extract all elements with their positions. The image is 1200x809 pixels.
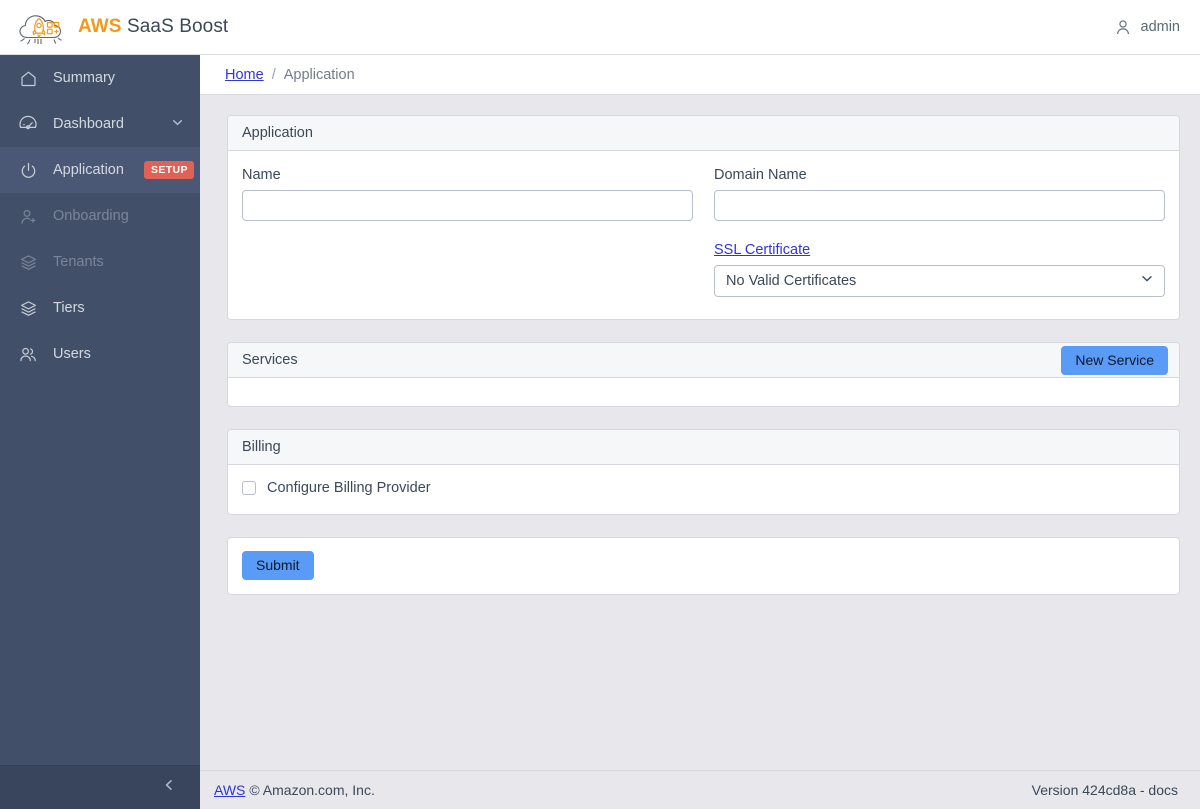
user-plus-icon	[17, 207, 39, 226]
sidebar-item-label: Users	[53, 346, 91, 362]
sidebar-item-label: Dashboard	[53, 116, 124, 132]
chevron-left-icon	[162, 778, 176, 797]
breadcrumb-separator: /	[271, 66, 276, 83]
new-service-button[interactable]: New Service	[1061, 345, 1168, 375]
ssl-certificate-select[interactable]: No Valid Certificates	[714, 265, 1165, 297]
billing-card-header: Billing	[228, 430, 1179, 465]
page-content: Application Name Domain Name SSL Certifi…	[200, 95, 1200, 770]
app-root: AWS SaaS Boost admin Summary Dashboard A…	[0, 0, 1200, 809]
power-icon	[17, 161, 39, 180]
version-docs-label[interactable]: Version 424cd8a - docs	[1032, 782, 1178, 798]
name-input[interactable]	[242, 190, 693, 221]
ssl-certificate-link[interactable]: SSL Certificate	[714, 242, 1165, 258]
breadcrumb-current: Application	[283, 66, 355, 83]
sidebar-minimizer-button[interactable]	[0, 765, 200, 809]
ssl-certificate-selected-value: No Valid Certificates	[726, 273, 857, 289]
ssl-certificate-select-wrap: No Valid Certificates	[714, 265, 1165, 297]
submit-card-body: Submit	[228, 538, 1179, 594]
sidebar-nav: Summary Dashboard Application SETUP Onbo…	[0, 55, 200, 765]
billing-card-title: Billing	[242, 439, 281, 455]
sidebar-item-tenants[interactable]: Tenants	[0, 239, 200, 285]
sidebar-item-summary[interactable]: Summary	[0, 55, 200, 101]
application-card-header: Application	[228, 116, 1179, 151]
user-icon	[1116, 19, 1129, 34]
sidebar-item-label: Onboarding	[53, 208, 129, 224]
speedometer-icon	[17, 114, 39, 134]
sidebar-item-onboarding[interactable]: Onboarding	[0, 193, 200, 239]
footer: AWS © Amazon.com, Inc. Version 424cd8a -…	[200, 770, 1200, 809]
users-icon	[17, 345, 39, 364]
sidebar-item-label: Tenants	[53, 254, 104, 270]
configure-billing-row: Configure Billing Provider	[242, 480, 1165, 496]
services-card: Services New Service	[227, 342, 1180, 407]
sidebar-item-label: Tiers	[53, 300, 85, 316]
application-form-row: Name Domain Name SSL Certificate No Vali…	[242, 167, 1165, 297]
sidebar-item-users[interactable]: Users	[0, 331, 200, 377]
layers-icon	[17, 299, 39, 318]
field-spacer	[714, 221, 1165, 242]
sidebar-item-label: Summary	[53, 70, 116, 86]
billing-card-body: Configure Billing Provider	[228, 465, 1179, 514]
domain-name-label: Domain Name	[714, 167, 807, 183]
user-menu[interactable]: admin	[1115, 19, 1181, 36]
cloud-rocket-logo-icon	[19, 15, 62, 45]
top-header: AWS SaaS Boost admin	[0, 0, 1200, 55]
home-icon	[17, 69, 39, 88]
brand-name-accent: AWS	[78, 16, 122, 37]
domain-field-group: Domain Name SSL Certificate No Valid Cer…	[714, 167, 1165, 297]
domain-name-input[interactable]	[714, 190, 1165, 221]
copyright-text: © Amazon.com, Inc.	[249, 782, 375, 798]
chevron-down-icon	[171, 116, 184, 133]
aws-link[interactable]: AWS	[214, 782, 245, 798]
main-column: Home / Application Application Name Doma…	[200, 55, 1200, 809]
submit-button[interactable]: Submit	[242, 551, 314, 580]
configure-billing-checkbox[interactable]	[242, 481, 256, 495]
brand-name-rest: SaaS Boost	[121, 16, 229, 37]
status-badge-setup: SETUP	[143, 161, 194, 179]
services-card-header: Services New Service	[228, 343, 1179, 378]
breadcrumb-home-link[interactable]: Home	[225, 67, 264, 83]
configure-billing-label[interactable]: Configure Billing Provider	[267, 480, 431, 496]
body-row: Summary Dashboard Application SETUP Onbo…	[0, 55, 1200, 809]
application-card-title: Application	[242, 125, 313, 141]
sidebar-item-application[interactable]: Application SETUP	[0, 147, 200, 193]
brand-logo-area[interactable]: AWS SaaS Boost	[14, 7, 228, 47]
sidebar: Summary Dashboard Application SETUP Onbo…	[0, 55, 200, 809]
username-label: admin	[1140, 19, 1181, 35]
billing-card: Billing Configure Billing Provider	[227, 429, 1180, 515]
sidebar-item-tiers[interactable]: Tiers	[0, 285, 200, 331]
breadcrumb: Home / Application	[200, 55, 1200, 95]
layers-icon	[17, 253, 39, 272]
submit-card: Submit	[227, 537, 1180, 595]
name-field-group: Name	[242, 167, 693, 297]
footer-left: AWS © Amazon.com, Inc.	[214, 782, 375, 798]
name-label: Name	[242, 167, 281, 183]
sidebar-item-dashboard[interactable]: Dashboard	[0, 101, 200, 147]
application-card: Application Name Domain Name SSL Certifi…	[227, 115, 1180, 320]
brand-title: AWS SaaS Boost	[78, 16, 228, 38]
services-card-title: Services	[242, 352, 298, 368]
sidebar-item-label: Application	[53, 162, 124, 178]
application-card-body: Name Domain Name SSL Certificate No Vali…	[228, 151, 1179, 319]
services-card-body	[228, 378, 1179, 406]
